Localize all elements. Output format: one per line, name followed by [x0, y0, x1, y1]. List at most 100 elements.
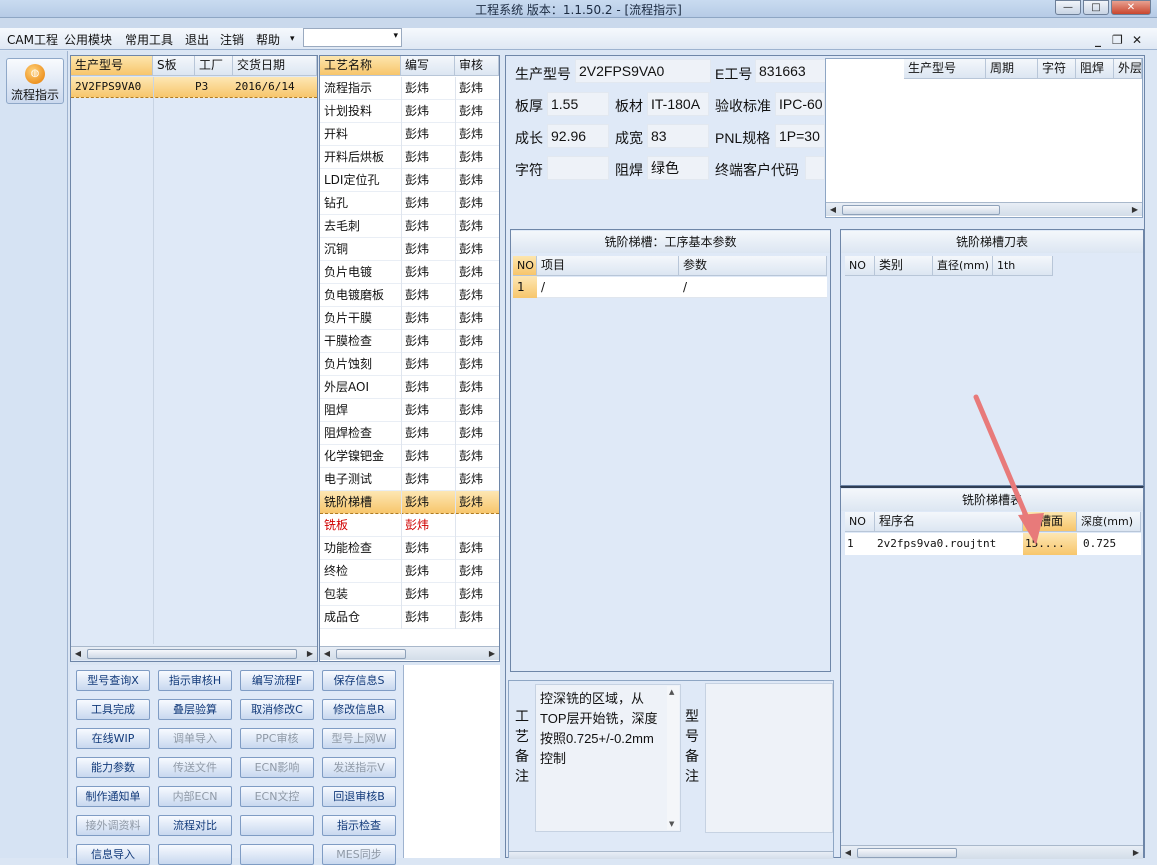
- col-reviewer[interactable]: 审核: [455, 56, 499, 76]
- mdi-close-button[interactable]: ✕: [1132, 33, 1142, 47]
- accept-field[interactable]: IPC-60: [775, 92, 825, 116]
- col-sboard[interactable]: S板: [153, 56, 195, 76]
- action-button-2-1[interactable]: 调单导入: [158, 728, 232, 749]
- mini-col-char[interactable]: 字符: [1038, 59, 1076, 79]
- action-button-4-2[interactable]: ECN文控: [240, 786, 314, 807]
- table-row[interactable]: 去毛刺 彭炜 彭炜: [320, 215, 499, 238]
- table-row[interactable]: 钻孔 彭炜 彭炜: [320, 192, 499, 215]
- mini-col-outer[interactable]: 外层: [1114, 59, 1142, 79]
- table-row[interactable]: 包装 彭炜 彭炜: [320, 583, 499, 606]
- action-button-2-3[interactable]: 型号上网W: [322, 728, 396, 749]
- action-button-6-0[interactable]: 信息导入: [76, 844, 150, 865]
- table-row[interactable]: 负片电镀 彭炜 彭炜: [320, 261, 499, 284]
- maximize-window-button[interactable]: □: [1083, 0, 1109, 15]
- action-button-6-2[interactable]: [240, 844, 314, 865]
- table-row[interactable]: 1 / /: [513, 276, 827, 298]
- action-button-1-2[interactable]: 取消修改C: [240, 699, 314, 720]
- action-button-5-3[interactable]: 指示检查: [322, 815, 396, 836]
- slots-hscroll[interactable]: ◀ ▶: [841, 845, 1143, 859]
- menu-help[interactable]: 帮助: [256, 31, 280, 48]
- slots-col-depth[interactable]: 深度(mm): [1077, 512, 1141, 532]
- action-button-3-1[interactable]: 传送文件: [158, 757, 232, 778]
- table-row[interactable]: 外层AOI 彭炜 彭炜: [320, 376, 499, 399]
- action-button-0-2[interactable]: 编写流程F: [240, 670, 314, 691]
- table-row[interactable]: 化学镍钯金 彭炜 彭炜: [320, 445, 499, 468]
- action-button-2-2[interactable]: PPC审核: [240, 728, 314, 749]
- flow-instruction-button[interactable]: ◍ 流程指示: [6, 58, 64, 104]
- mini-col-model[interactable]: 生产型号: [904, 59, 986, 79]
- menu-cam[interactable]: CAM工程: [7, 31, 58, 48]
- menu-common-tools[interactable]: 常用工具: [125, 31, 173, 48]
- process-remark-vscroll[interactable]: ▲ ▼: [667, 686, 679, 830]
- table-row[interactable]: 开料后烘板 彭炜 彭炜: [320, 146, 499, 169]
- table-row[interactable]: 沉铜 彭炜 彭炜: [320, 238, 499, 261]
- action-button-4-3[interactable]: 回退审核B: [322, 786, 396, 807]
- menu-logout[interactable]: 注销: [220, 31, 244, 48]
- col-factory[interactable]: 工厂: [195, 56, 233, 76]
- mdi-minimize-button[interactable]: _: [1095, 33, 1101, 47]
- mini-col-mask[interactable]: 阻焊: [1076, 59, 1114, 79]
- action-button-5-1[interactable]: 流程对比: [158, 815, 232, 836]
- mask-field[interactable]: 绿色: [647, 156, 709, 180]
- tools-col-diameter[interactable]: 直径(mm): [933, 256, 993, 276]
- col-writer[interactable]: 编写: [401, 56, 455, 76]
- table-row[interactable]: 干膜检查 彭炜 彭炜: [320, 330, 499, 353]
- table-row[interactable]: 负电镀磨板 彭炜 彭炜: [320, 284, 499, 307]
- table-row[interactable]: 阻焊检查 彭炜 彭炜: [320, 422, 499, 445]
- table-row[interactable]: 成品仓 彭炜 彭炜: [320, 606, 499, 629]
- table-row[interactable]: 铣阶梯槽 彭炜 彭炜: [320, 491, 499, 514]
- action-button-1-1[interactable]: 叠层验算: [158, 699, 232, 720]
- tools-col-no[interactable]: NO: [845, 256, 875, 276]
- action-button-4-1[interactable]: 内部ECN: [158, 786, 232, 807]
- action-button-6-3[interactable]: MES同步: [322, 844, 396, 865]
- action-button-4-0[interactable]: 制作通知单: [76, 786, 150, 807]
- table-row[interactable]: 开料 彭炜 彭炜: [320, 123, 499, 146]
- params-col-item[interactable]: 项目: [537, 256, 679, 276]
- col-model[interactable]: 生产型号: [71, 56, 153, 76]
- thickness-field[interactable]: 1.55: [547, 92, 609, 116]
- table-row[interactable]: 流程指示 彭炜 彭炜: [320, 77, 499, 100]
- table-row[interactable]: 阻焊 彭炜 彭炜: [320, 399, 499, 422]
- menu-overflow-arrow-icon[interactable]: ▾: [290, 34, 295, 44]
- process-list-hscroll[interactable]: ◀ ▶: [320, 646, 499, 660]
- mini-table-hscroll[interactable]: ◀ ▶: [826, 202, 1142, 216]
- table-row[interactable]: 功能检查 彭炜 彭炜: [320, 537, 499, 560]
- action-button-6-1[interactable]: [158, 844, 232, 865]
- action-button-1-3[interactable]: 修改信息R: [322, 699, 396, 720]
- model-list-hscroll[interactable]: ◀ ▶: [71, 646, 317, 660]
- customer-code-field[interactable]: [805, 156, 825, 180]
- action-button-5-0[interactable]: 接外调资料: [76, 815, 150, 836]
- params-col-no[interactable]: NO: [513, 256, 537, 276]
- slots-col-no[interactable]: NO: [845, 512, 875, 532]
- mini-col-cycle[interactable]: 周期: [986, 59, 1038, 79]
- close-window-button[interactable]: ✕: [1111, 0, 1151, 15]
- table-row[interactable]: 负片蚀刻 彭炜 彭炜: [320, 353, 499, 376]
- process-remark-field[interactable]: 控深铣的区域，从TOP层开始铣，深度按照0.725+/-0.2mm控制 ▲ ▼: [535, 684, 681, 832]
- action-button-3-2[interactable]: ECN影响: [240, 757, 314, 778]
- table-row[interactable]: LDI定位孔 彭炜 彭炜: [320, 169, 499, 192]
- pnl-field[interactable]: 1P=30: [775, 124, 825, 148]
- mdi-restore-button[interactable]: ❐: [1112, 33, 1123, 47]
- table-row[interactable]: 终检 彭炜 彭炜: [320, 560, 499, 583]
- material-field[interactable]: IT-180A: [647, 92, 709, 116]
- action-button-5-2[interactable]: [240, 815, 314, 836]
- tools-col-type[interactable]: 类别: [875, 256, 933, 276]
- length-field[interactable]: 92.96: [547, 124, 609, 148]
- col-delivery-date[interactable]: 交货日期: [233, 56, 317, 76]
- minimize-window-button[interactable]: —: [1055, 0, 1081, 15]
- action-button-0-1[interactable]: 指示审核H: [158, 670, 232, 691]
- params-col-param[interactable]: 参数: [679, 256, 827, 276]
- menu-combo-box[interactable]: ▾: [303, 28, 402, 47]
- action-button-1-0[interactable]: 工具完成: [76, 699, 150, 720]
- action-button-3-3[interactable]: 发送指示V: [322, 757, 396, 778]
- menu-common-modules[interactable]: 公用模块: [64, 31, 112, 48]
- width-field[interactable]: 83: [647, 124, 709, 148]
- tools-col-1th[interactable]: 1th: [993, 256, 1053, 276]
- menu-exit[interactable]: 退出: [185, 31, 209, 48]
- action-button-3-0[interactable]: 能力参数: [76, 757, 150, 778]
- action-button-2-0[interactable]: 在线WIP: [76, 728, 150, 749]
- col-process-name[interactable]: 工艺名称: [320, 56, 401, 76]
- model-remark-field[interactable]: [705, 683, 833, 833]
- table-row[interactable]: 计划投料 彭炜 彭炜: [320, 100, 499, 123]
- char-field[interactable]: [547, 156, 609, 180]
